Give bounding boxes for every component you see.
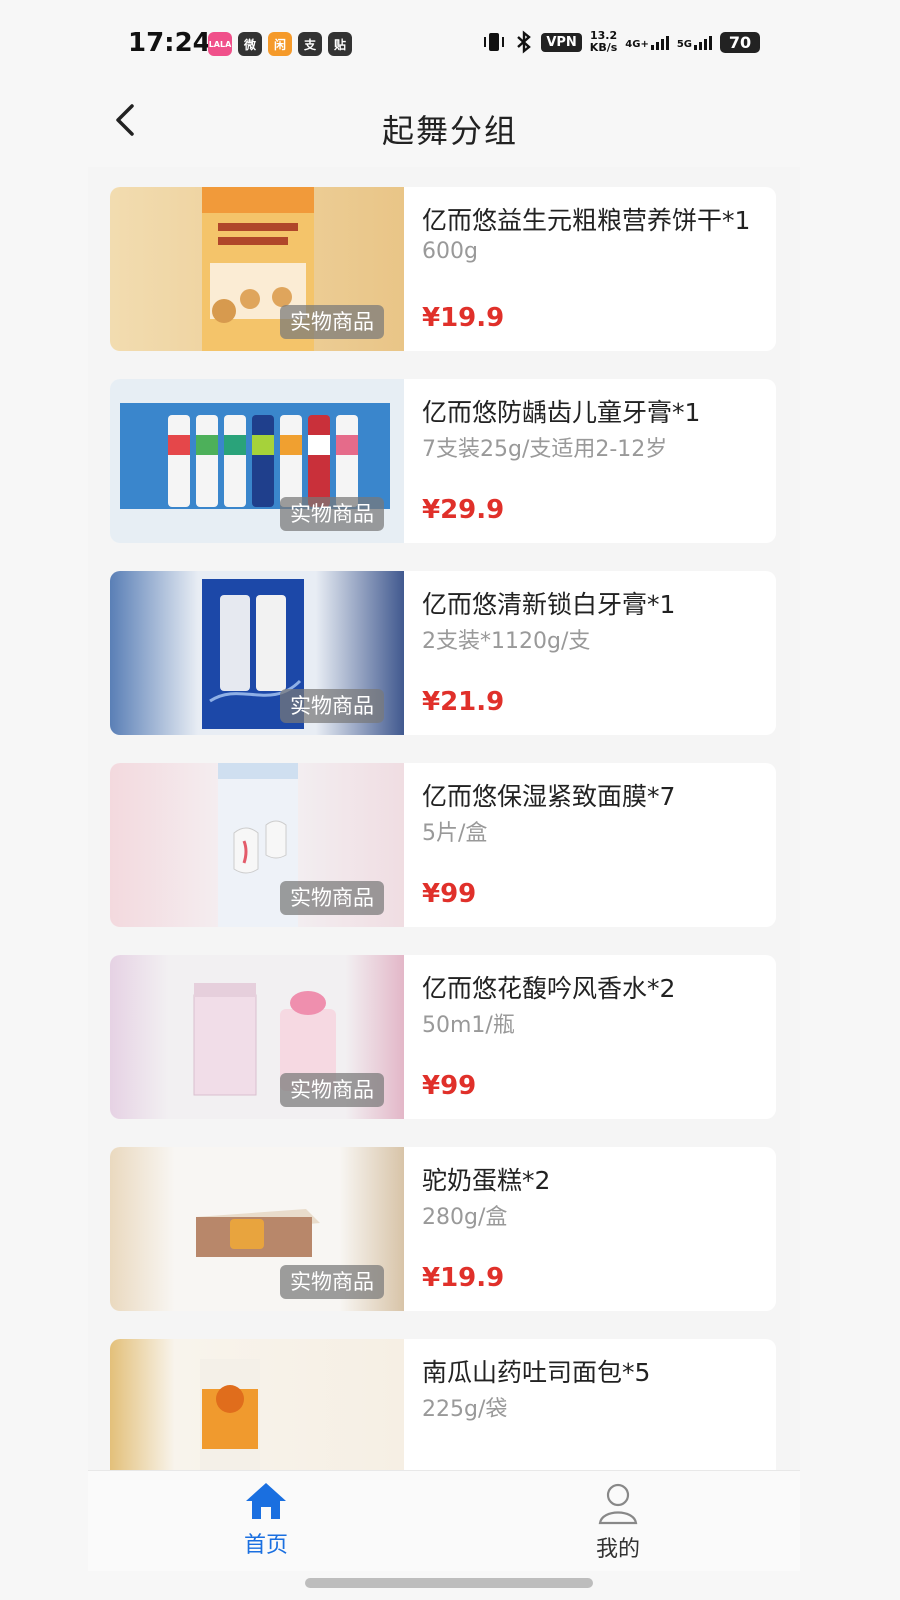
status-bar: 17:24 LALA 微 闲 支 贴 VPN 13.2 KB/s 4G+ 5G 7…: [0, 0, 900, 90]
product-name: 亿而悠益生元粗粮营养饼干*1: [422, 206, 751, 235]
product-info: 亿而悠保湿紧致面膜*7 5片/盒 ¥99: [422, 763, 768, 927]
physical-goods-tag: 实物商品: [280, 689, 384, 723]
product-info: 驼奶蛋糕*2 280g/盒 ¥19.9: [422, 1147, 768, 1311]
lala-app-icon: LALA: [208, 32, 232, 56]
product-info: 亿而悠花馥吟风香水*2 50m1/瓶 ¥99: [422, 955, 768, 1119]
status-time: 17:24: [128, 28, 211, 58]
product-card[interactable]: 实物商品 驼奶蛋糕*2 280g/盒 ¥19.9: [110, 1147, 776, 1311]
product-info: 亿而悠防龋齿儿童牙膏*1 7支装25g/支适用2-12岁 ¥29.9: [422, 379, 768, 543]
product-card[interactable]: 实物商品 亿而悠清新锁白牙膏*1 2支装*1120g/支 ¥21.9: [110, 571, 776, 735]
vibrate-icon: [484, 33, 505, 51]
product-info: 亿而悠清新锁白牙膏*1 2支装*1120g/支 ¥21.9: [422, 571, 768, 735]
product-card[interactable]: 南瓜山药吐司面包*5 225g/袋: [110, 1339, 776, 1470]
bluetooth-icon: [517, 30, 532, 54]
product-spec: 50m1/瓶: [422, 1013, 515, 1038]
product-info: 南瓜山药吐司面包*5 225g/袋: [422, 1339, 768, 1470]
nav-bar: 起舞分组: [0, 90, 900, 165]
product-spec: 225g/袋: [422, 1397, 508, 1422]
product-spec: 7支装25g/支适用2-12岁: [422, 437, 668, 462]
page-title: 起舞分组: [381, 112, 518, 150]
product-name: 南瓜山药吐司面包*5: [422, 1358, 651, 1387]
product-list[interactable]: 实物商品 亿而悠益生元粗粮营养饼干*1 600g ¥19.9 实物商品 亿而悠防…: [88, 167, 800, 1470]
physical-goods-tag: 实物商品: [280, 497, 384, 531]
product-price: ¥29.9: [422, 495, 505, 525]
tab-mine-label: 我的: [595, 1537, 640, 1562]
wechat-app-icon: 微: [238, 32, 262, 56]
product-spec: 280g/盒: [422, 1205, 508, 1230]
product-name: 亿而悠保湿紧致面膜*7: [422, 782, 676, 811]
vpn-badge: VPN: [541, 32, 582, 52]
bottom-tab-bar: 首页 我的: [88, 1470, 800, 1571]
signal-5g: 5G: [677, 34, 712, 50]
xianyu-app-icon: 闲: [268, 32, 292, 56]
physical-goods-tag: 实物商品: [280, 881, 384, 915]
product-spec: 600g: [422, 239, 478, 264]
battery-indicator: 70: [720, 31, 760, 53]
physical-goods-tag: 实物商品: [280, 1265, 384, 1299]
product-spec: 5片/盒: [422, 821, 488, 846]
home-icon: [246, 1483, 286, 1519]
product-name: 亿而悠防龋齿儿童牙膏*1: [422, 398, 701, 427]
product-card[interactable]: 实物商品 亿而悠花馥吟风香水*2 50m1/瓶 ¥99: [110, 955, 776, 1119]
product-price: ¥19.9: [422, 1263, 505, 1293]
user-icon: [598, 1483, 638, 1525]
physical-goods-tag: 实物商品: [280, 1073, 384, 1107]
product-info: 亿而悠益生元粗粮营养饼干*1 600g ¥19.9: [422, 187, 768, 351]
physical-goods-tag: 实物商品: [280, 305, 384, 339]
product-card[interactable]: 实物商品 亿而悠防龋齿儿童牙膏*1 7支装25g/支适用2-12岁 ¥29.9: [110, 379, 776, 543]
product-spec: 2支装*1120g/支: [422, 629, 591, 654]
product-price: ¥99: [422, 879, 477, 909]
network-speed: 13.2 KB/s: [589, 29, 618, 54]
product-price: ¥99: [422, 1071, 477, 1101]
product-card[interactable]: 实物商品 亿而悠益生元粗粮营养饼干*1 600g ¥19.9: [110, 187, 776, 351]
home-indicator[interactable]: [305, 1578, 593, 1588]
product-name: 驼奶蛋糕*2: [422, 1166, 551, 1195]
status-app-icons: LALA 微 闲 支 贴: [208, 32, 352, 56]
product-name: 亿而悠清新锁白牙膏*1: [422, 590, 676, 619]
status-indicators: VPN 13.2 KB/s 4G+ 5G 70: [481, 30, 760, 54]
product-price: ¥19.9: [422, 303, 505, 333]
signal-4g: 4G+: [625, 34, 669, 50]
tie-app-icon: 贴: [328, 32, 352, 56]
tab-home[interactable]: 首页: [206, 1481, 326, 1559]
product-price: ¥21.9: [422, 687, 505, 717]
tab-home-label: 首页: [243, 1533, 288, 1558]
alipay-app-icon: 支: [298, 32, 322, 56]
tab-mine[interactable]: 我的: [558, 1481, 678, 1563]
product-name: 亿而悠花馥吟风香水*2: [422, 974, 676, 1003]
product-image: [110, 1339, 404, 1470]
product-card[interactable]: 实物商品 亿而悠保湿紧致面膜*7 5片/盒 ¥99: [110, 763, 776, 927]
